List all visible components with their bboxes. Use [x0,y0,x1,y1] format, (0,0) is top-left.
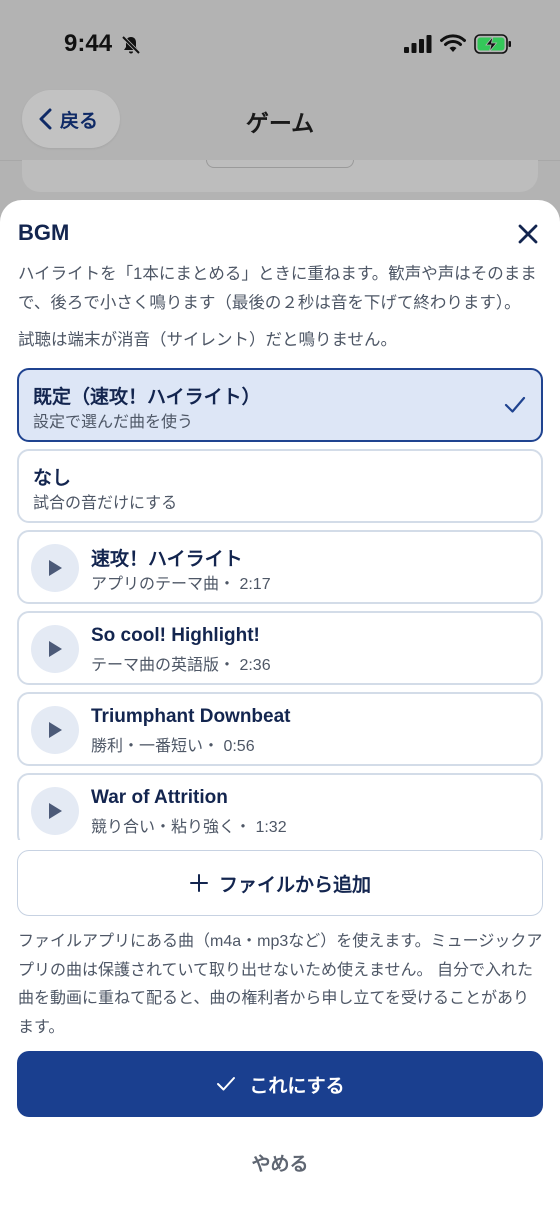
option-subtitle: 設定で選んだ曲を使う [33,414,194,431]
option-subtitle: 試合の音だけにする [33,495,178,512]
wifi-icon [440,34,466,59]
cancel-button[interactable]: やめる [230,1145,330,1179]
option-subtitle: 競り合い・粘り強く・ 1:32 [91,819,287,836]
option-track[interactable]: So cool! Highlight! テーマ曲の英語版・ 2:36 [17,611,543,685]
play-preview-button[interactable] [31,706,79,754]
play-icon [49,722,62,738]
option-title: So cool! Highlight! [91,625,260,646]
play-preview-button[interactable] [31,544,79,592]
status-indicators [404,34,512,59]
cellular-signal-icon [404,35,432,58]
bell-off-icon [120,34,142,61]
option-subtitle: テーマ曲の英語版・ 2:36 [91,657,271,674]
option-none[interactable]: なし 試合の音だけにする [17,449,543,523]
add-from-file-label: ファイルから追加 [218,874,371,896]
close-icon [518,224,538,244]
bgm-sheet: BGM ハイライトを「1本にまとめる」ときに重ねます。歓声や声はそのままで、後ろ… [0,200,560,1218]
confirm-button[interactable]: これにする [17,1051,543,1117]
option-title: 既定（速攻！ハイライト） [33,387,261,408]
add-from-file-button[interactable]: ファイルから追加 [17,850,543,916]
option-title: Triumphant Downbeat [91,706,291,727]
option-title: なし [33,468,72,489]
close-button[interactable] [514,220,542,248]
page-title: ゲーム [245,110,315,136]
play-icon [49,641,62,657]
confirm-label: これにする [249,1075,345,1097]
checkmark-icon [503,394,527,421]
sheet-title: BGM [18,220,70,245]
option-title: 速攻！ハイライト [91,549,243,570]
plus-icon [189,874,208,892]
play-icon [49,560,62,576]
option-default[interactable]: 既定（速攻！ハイライト） 設定で選んだ曲を使う [17,368,543,442]
bgm-option-list[interactable]: 既定（速攻！ハイライト） 設定で選んだ曲を使う なし 試合の音だけにする 速攻！… [0,368,560,840]
option-subtitle: アプリのテーマ曲・ 2:17 [91,576,271,593]
file-usage-note: ファイルアプリにある曲（m4a・mp3など）を使えます。ミュージックアプリの曲は… [18,933,543,1036]
status-time: 9:44 [64,30,113,57]
screen: 9:44 戻る ゲーム BGM ハイライトを「1本にまとめる」ときに重ねます。歓… [0,0,560,1218]
option-title: War of Attrition [91,787,228,808]
play-icon [49,803,62,819]
play-preview-button[interactable] [31,787,79,835]
play-preview-button[interactable] [31,625,79,673]
preview-note: 試聴は端末が消音（サイレント）だと鳴りません。 [18,331,398,349]
background-card-button [206,160,354,168]
battery-charging-icon [474,34,512,59]
option-track[interactable]: 速攻！ハイライト アプリのテーマ曲・ 2:17 [17,530,543,604]
option-track[interactable]: Triumphant Downbeat 勝利・一番短い・ 0:56 [17,692,543,766]
sheet-description: ハイライトを「1本にまとめる」ときに重ねます。歓声や声はそのままで、後ろで小さく… [18,265,537,312]
navigation-bar: 戻る ゲーム [0,90,560,162]
checkmark-icon [217,1077,236,1091]
option-track[interactable]: War of Attrition 競り合い・粘り強く・ 1:32 [17,773,543,840]
status-bar: 9:44 [0,0,560,90]
option-subtitle: 勝利・一番短い・ 0:56 [91,738,255,755]
